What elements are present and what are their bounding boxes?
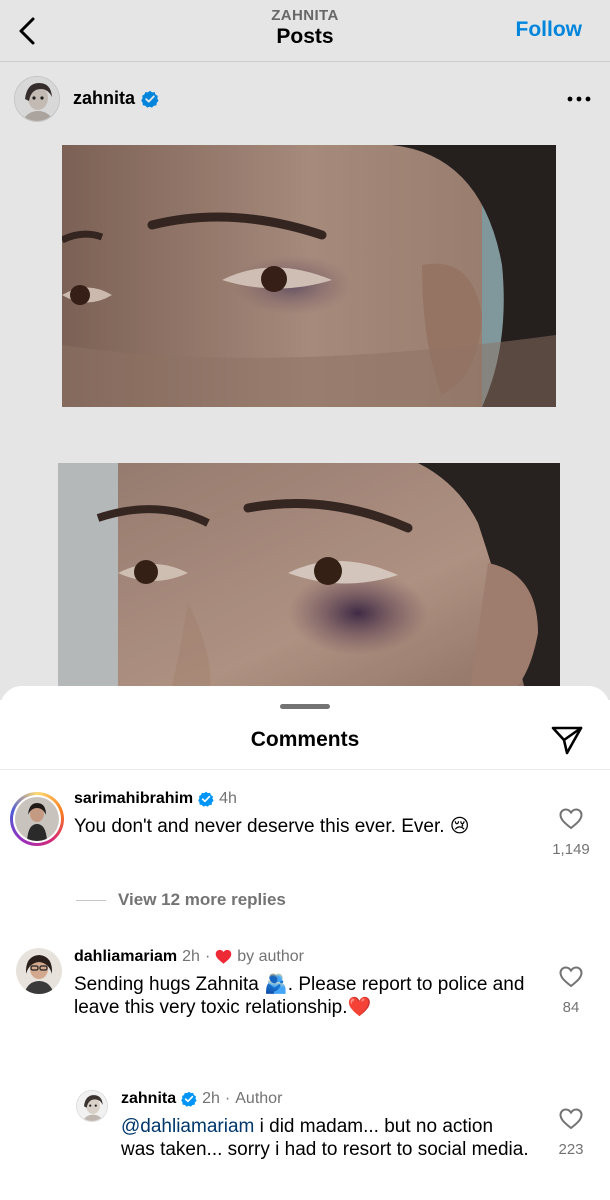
comment-username[interactable]: dahliamariam [74, 948, 177, 966]
comment-header: dahliamariam 2h · by author [74, 948, 304, 966]
reply-like-group: 223 [541, 1108, 601, 1158]
commenter-avatar[interactable] [16, 948, 62, 994]
post-photo-2[interactable] [58, 463, 560, 703]
comments-title: Comments [250, 728, 360, 751]
author-username[interactable]: zahnita [73, 88, 135, 109]
sheet-divider [0, 769, 610, 770]
comment-timestamp: 4h [219, 790, 237, 807]
comment-like-count: 84 [562, 999, 580, 1016]
heart-outline-icon[interactable] [559, 808, 583, 830]
reply-username[interactable]: zahnita [121, 1090, 176, 1108]
comments-sheet: Comments sarimahibrahim 4h You don't and… [0, 686, 610, 1200]
reply-like-count: 223 [558, 1141, 584, 1158]
paper-plane-icon [551, 726, 583, 755]
comment-timestamp: 2h [182, 948, 200, 965]
comment-avatar-story-ring[interactable] [10, 792, 64, 846]
separator-dot: · [204, 948, 211, 965]
liked-by-author-label: by author [237, 948, 304, 965]
comment-like-group: 1,149 [541, 808, 601, 858]
post-author-row: zahnita [0, 72, 610, 126]
reply-timestamp: 2h [202, 1090, 220, 1107]
comment-item: dahliamariam 2h · by author Sending hugs… [0, 944, 610, 1054]
heart-filled-icon [215, 949, 232, 964]
comment-username[interactable]: sarimahibrahim [74, 790, 193, 808]
more-options-button[interactable] [564, 84, 594, 114]
top-nav-bar: ZAHNITA Posts Follow [0, 0, 610, 62]
reply-mention-link[interactable]: @dahliamariam [121, 1116, 254, 1137]
post-photo-1[interactable] [62, 145, 556, 407]
share-button[interactable] [550, 723, 584, 757]
heart-outline-icon[interactable] [559, 1108, 583, 1130]
author-avatar[interactable] [14, 76, 60, 122]
separator-dot: · [224, 1090, 231, 1107]
author-tag: Author [235, 1090, 283, 1107]
comment-item: sarimahibrahim 4h You don't and never de… [0, 786, 610, 886]
comment-text: You don't and never deserve this ever. E… [74, 816, 470, 837]
verified-badge-icon [181, 1091, 197, 1107]
reply-header: zahnita 2h · Author [121, 1090, 282, 1108]
reply-item: zahnita 2h · Author @dahliamariam i did … [0, 1086, 610, 1200]
verified-badge-icon [198, 791, 214, 807]
reply-author-avatar[interactable] [76, 1090, 108, 1122]
commenter-avatar [15, 797, 59, 841]
more-options-icon [567, 96, 591, 102]
post-view: ZAHNITA Posts Follow zahnita [0, 0, 610, 703]
replies-divider-line [76, 899, 106, 901]
comment-like-group: 84 [541, 966, 601, 1016]
comment-header: sarimahibrahim 4h [74, 790, 237, 808]
comment-like-count: 1,149 [552, 841, 590, 858]
reply-text: @dahliamariam i did madam... but no acti… [121, 1115, 531, 1161]
view-more-replies-button[interactable]: View 12 more replies [76, 890, 286, 910]
comment-text: Sending hugs Zahnita 🫂. Please report to… [74, 974, 525, 1018]
view-more-replies-label: View 12 more replies [118, 890, 286, 909]
verified-badge-icon [141, 90, 159, 108]
sheet-drag-handle[interactable] [280, 704, 330, 709]
follow-button[interactable]: Follow [516, 18, 583, 42]
heart-outline-icon[interactable] [559, 966, 583, 988]
author-name-group: zahnita [73, 88, 159, 109]
